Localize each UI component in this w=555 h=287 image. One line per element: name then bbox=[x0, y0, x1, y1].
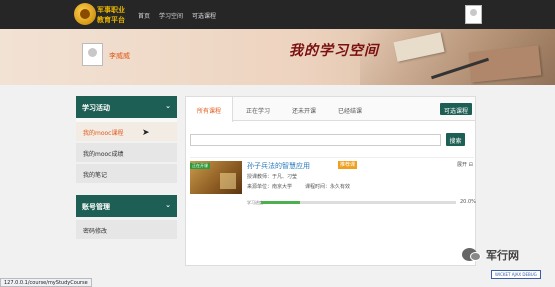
sidebar-item-label: 密码修改 bbox=[83, 228, 108, 235]
elective-courses-button[interactable]: 可选课程 bbox=[440, 103, 472, 115]
course-panel: 所有课程 正在学习 还未开课 已经结课 可选课程 搜索 正在开课 孙子兵法的智慧… bbox=[185, 96, 476, 266]
logo-text-line2: 教育平台 bbox=[97, 15, 125, 24]
main-nav: 首页 学习空间 可选课程 bbox=[138, 11, 216, 20]
sidebar-item-label: 我的mooc成绩 bbox=[83, 151, 124, 158]
tab-label: 正在学习 bbox=[245, 108, 270, 115]
progress-fill bbox=[261, 201, 300, 204]
nav-study-space[interactable]: 学习空间 bbox=[159, 11, 183, 20]
site-logo[interactable]: 军事职业 教育平台 bbox=[74, 2, 130, 26]
sidebar-section-learning[interactable]: 学习活动 ⌄ bbox=[76, 96, 177, 118]
tab-all-courses[interactable]: 所有课程 bbox=[186, 97, 233, 122]
logo-medal-icon bbox=[74, 3, 96, 25]
chevron-down-icon: ⌄ bbox=[165, 102, 171, 110]
header-avatar[interactable] bbox=[465, 5, 482, 24]
tab-finished[interactable]: 已经结课 bbox=[331, 97, 369, 121]
user-avatar[interactable] bbox=[82, 43, 103, 66]
course-teacher: 授课教师：于凡、刁莹 bbox=[247, 174, 298, 180]
tab-label: 已经结课 bbox=[337, 108, 362, 115]
banner-title: 我的学习空间 bbox=[289, 43, 379, 59]
progress-bar bbox=[261, 201, 456, 204]
chevron-down-icon: ⌄ bbox=[165, 201, 171, 209]
sidebar-section-title: 学习活动 bbox=[82, 104, 110, 112]
sidebar-section-title: 账号管理 bbox=[82, 203, 110, 211]
sidebar-item-my-mooc-courses[interactable]: 我的mooc课程 bbox=[76, 122, 177, 141]
watermark-text: 军行网 bbox=[486, 249, 519, 262]
top-navbar: 军事职业 教育平台 首页 学习空间 可选课程 bbox=[0, 0, 555, 29]
sidebar-item-label: 我的mooc课程 bbox=[83, 130, 124, 137]
course-recommend-tag: 推荐课 bbox=[338, 161, 358, 169]
progress-percent: 20.0% bbox=[460, 199, 476, 205]
sidebar-item-change-password[interactable]: 密码修改 bbox=[76, 220, 177, 239]
wechat-icon-bubble bbox=[470, 252, 481, 261]
mouse-cursor-icon: ➤ bbox=[142, 128, 150, 138]
tab-learning[interactable]: 正在学习 bbox=[239, 97, 277, 121]
search-button[interactable]: 搜索 bbox=[446, 133, 465, 146]
course-title-link[interactable]: 孙子兵法的智慧应用 bbox=[247, 161, 310, 171]
expand-label: 展开 bbox=[457, 162, 468, 168]
browser-status-url: 127.0.0.1/course/myStudyCourse bbox=[0, 278, 92, 287]
expand-icon: ⊟ bbox=[468, 162, 473, 168]
course-expand-toggle[interactable]: 展开 ⊟ bbox=[457, 161, 473, 168]
sidebar-item-label: 我的笔记 bbox=[83, 172, 108, 179]
nav-elective-courses[interactable]: 可选课程 bbox=[192, 11, 216, 20]
logo-text-line1: 军事职业 bbox=[97, 5, 125, 14]
course-card: 正在开课 孙子兵法的智慧应用 推荐课 授课教师：于凡、刁莹 来源单位：南京大学 … bbox=[190, 157, 476, 207]
tab-label: 所有课程 bbox=[196, 108, 221, 115]
course-source: 来源单位：南京大学 bbox=[247, 184, 293, 190]
course-tabs: 所有课程 正在学习 还未开课 已经结课 可选课程 bbox=[186, 97, 475, 122]
course-status-badge: 正在开课 bbox=[190, 163, 210, 169]
page: 军事职业 教育平台 首页 学习空间 可选课程 李威威 我的学习空间 学习活动 ⌄… bbox=[0, 0, 555, 287]
course-thumbnail[interactable]: 正在开课 bbox=[190, 161, 242, 194]
user-name[interactable]: 李威威 bbox=[109, 51, 130, 61]
ajax-debug-badge[interactable]: WICKET AJAX DEBUG bbox=[491, 270, 541, 279]
course-time: 课程时间：永久有效 bbox=[305, 184, 351, 190]
sidebar-item-my-mooc-scores[interactable]: 我的mooc成绩 bbox=[76, 143, 177, 162]
tab-not-started[interactable]: 还未开课 bbox=[285, 97, 323, 121]
sidebar-section-account[interactable]: 账号管理 ⌄ bbox=[76, 195, 177, 217]
course-search-input[interactable] bbox=[190, 134, 441, 146]
tab-label: 还未开课 bbox=[291, 108, 316, 115]
nav-home[interactable]: 首页 bbox=[138, 11, 150, 20]
thumbnail-decoration bbox=[220, 173, 236, 189]
sidebar-item-my-notes[interactable]: 我的笔记 bbox=[76, 164, 177, 183]
